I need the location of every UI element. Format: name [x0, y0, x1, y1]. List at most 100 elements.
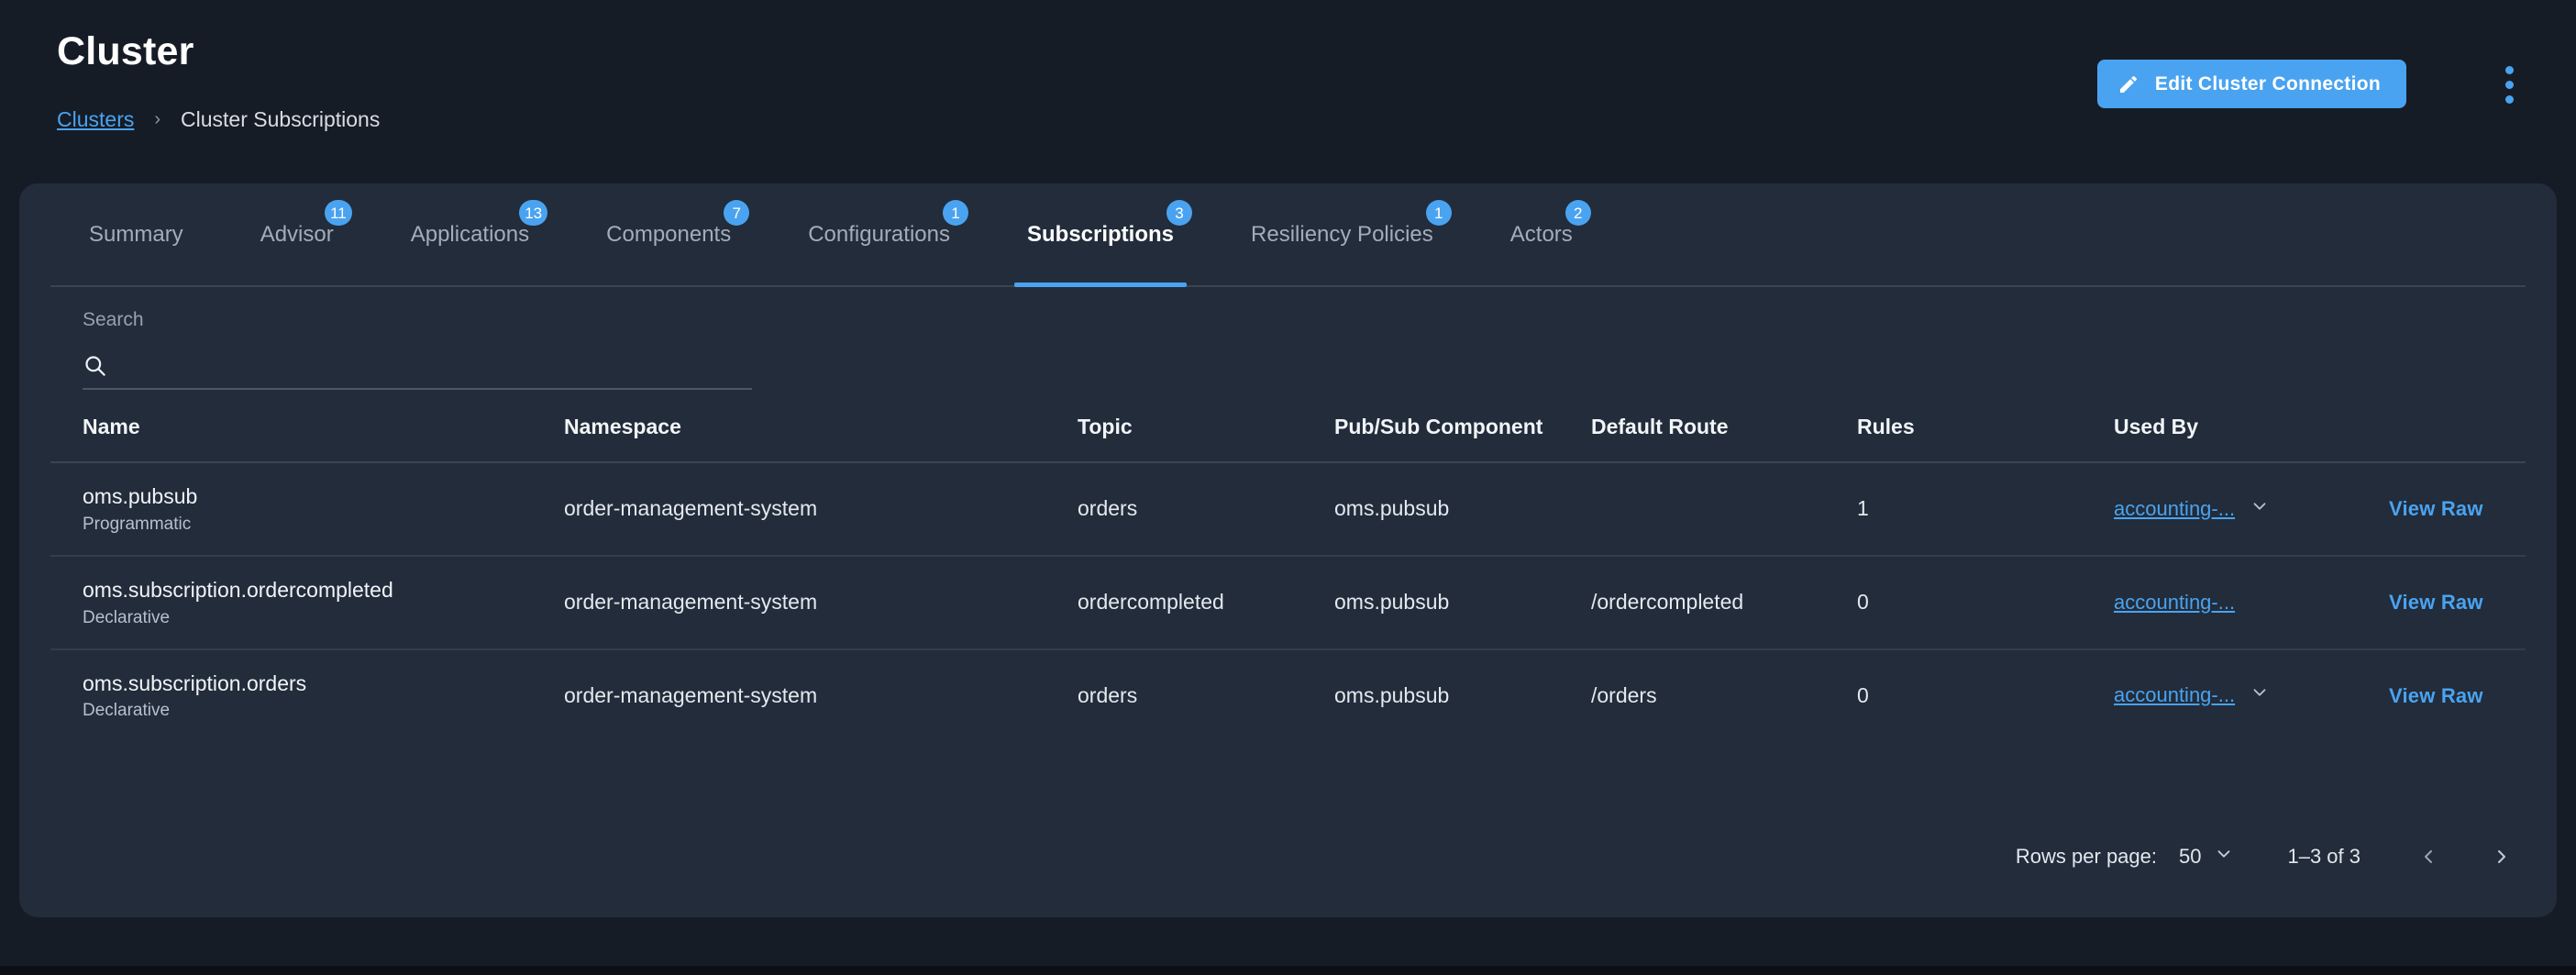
- cell-pubsub-component: oms.pubsub: [1334, 555, 1591, 650]
- cell-used-by: accounting-...: [2114, 462, 2389, 557]
- rows-per-page-label: Rows per page:: [2015, 845, 2157, 868]
- cell-actions: View Raw: [2389, 555, 2526, 650]
- chevron-down-icon[interactable]: [2250, 496, 2270, 522]
- edit-cluster-connection-label: Edit Cluster Connection: [2154, 72, 2381, 94]
- cell-namespace: order-management-system: [564, 682, 818, 707]
- search-area: Search: [50, 287, 2526, 393]
- tab-label: Applications: [410, 221, 530, 247]
- view-raw-button[interactable]: View Raw: [2389, 591, 2483, 614]
- chevron-down-icon[interactable]: [2250, 682, 2270, 708]
- tab-badge: 1: [942, 200, 968, 226]
- tab-actors[interactable]: Actors 2: [1472, 183, 1611, 285]
- edit-cluster-connection-button[interactable]: Edit Cluster Connection: [2096, 60, 2406, 108]
- cell-namespace: order-management-system: [564, 462, 1078, 557]
- cell-topic: orders: [1078, 682, 1138, 707]
- tab-badge: 3: [1166, 200, 1193, 226]
- rows-per-page-value: 50: [2179, 845, 2202, 868]
- cell-topic: orders: [1078, 462, 1334, 557]
- subscription-kind: Programmatic: [83, 514, 192, 534]
- cell-rules: 0: [1857, 682, 1869, 707]
- cell-default-route: /ordercompleted: [1591, 555, 1857, 650]
- tab-applications[interactable]: Applications 13: [372, 183, 568, 285]
- tab-badge: 1: [1425, 200, 1452, 226]
- tab-components[interactable]: Components 7: [568, 183, 769, 285]
- search-input[interactable]: [120, 353, 752, 377]
- tab-label: Actors: [1509, 221, 1573, 247]
- tab-badge: 2: [1564, 200, 1591, 226]
- previous-page-button[interactable]: [2412, 840, 2445, 873]
- tab-badge: 11: [325, 200, 352, 226]
- cell-pubsub-component: oms.pubsub: [1334, 682, 1450, 707]
- subscription-kind: Declarative: [83, 607, 171, 627]
- page-header: Cluster Clusters › Cluster Subscriptions…: [0, 0, 2576, 183]
- column-header-name: Name: [50, 393, 564, 463]
- tab-resiliency-policies[interactable]: Resiliency Policies 1: [1212, 183, 1472, 285]
- cell-name: oms.subscription.ordercompleted Declarati…: [50, 555, 564, 650]
- table-row: oms.subscription.ordercompleted Declarati…: [50, 555, 2526, 650]
- tab-label: Subscriptions: [1026, 221, 1175, 247]
- tab-label: Configurations: [808, 221, 950, 247]
- bottom-strip: [0, 966, 2576, 975]
- chevron-down-icon: [2214, 844, 2234, 870]
- tab-label: Summary: [89, 221, 183, 247]
- more-vertical-icon[interactable]: [2483, 57, 2535, 112]
- cell-actions: View Raw: [2389, 462, 2526, 557]
- page-root: Cluster Clusters › Cluster Subscriptions…: [0, 0, 2576, 975]
- table-row: oms.subscription.orders Declarative order-…: [50, 649, 2526, 742]
- next-page-button[interactable]: [2485, 840, 2518, 873]
- tab-subscriptions[interactable]: Subscriptions 3: [989, 183, 1212, 287]
- breadcrumb-link-clusters[interactable]: Clusters: [57, 107, 134, 132]
- subscription-name: oms.subscription.orders: [83, 670, 307, 695]
- used-by-link[interactable]: accounting-...: [2114, 497, 2235, 521]
- column-header-defaultroute: Default Route: [1591, 393, 1857, 463]
- search-icon: [83, 353, 107, 378]
- content-card: Summary Advisor 11 Applications 13 Components…: [19, 183, 2557, 917]
- column-header-pubsub: Pub/Sub Component: [1334, 393, 1591, 463]
- column-header-topic: Topic: [1078, 393, 1334, 463]
- tab-configurations[interactable]: Configurations 1: [769, 183, 989, 285]
- table-row: oms.pubsub Programmatic order-management-s…: [50, 462, 2526, 557]
- search-label: Search: [83, 309, 144, 330]
- pagination-nav: [2412, 840, 2518, 873]
- cell-used-by: accounting-...: [2114, 555, 2389, 650]
- subscription-kind: Declarative: [83, 701, 171, 721]
- cell-used-by: accounting-...: [2114, 649, 2389, 742]
- cell-name: oms.pubsub Programmatic: [50, 462, 564, 557]
- tab-advisor[interactable]: Advisor 11: [222, 183, 372, 285]
- breadcrumb: Clusters › Cluster Subscriptions: [57, 107, 380, 132]
- pagination-range: 1–3 of 3: [2287, 845, 2360, 868]
- column-header-usedby: Used By: [2114, 393, 2389, 463]
- pagination: Rows per page: 50 1–3 of 3: [2016, 840, 2518, 873]
- subscription-name: oms.pubsub: [83, 484, 198, 508]
- page-title: Cluster: [57, 29, 194, 73]
- cell-rules: 1: [1857, 462, 2114, 557]
- table-body: oms.pubsub Programmatic order-management-s…: [50, 462, 2526, 741]
- tab-badge: 7: [724, 200, 750, 226]
- pencil-icon: [2117, 73, 2139, 95]
- cell-pubsub-component: oms.pubsub: [1334, 462, 1591, 557]
- table-header: Name Namespace Topic Pub/Sub Component D…: [50, 393, 2526, 463]
- view-raw-button[interactable]: View Raw: [2389, 684, 2483, 707]
- column-header-rules: Rules: [1857, 393, 2114, 463]
- cell-name: oms.subscription.orders Declarative: [50, 649, 564, 742]
- cell-actions: View Raw: [2389, 649, 2526, 742]
- breadcrumb-current: Cluster Subscriptions: [181, 107, 381, 131]
- cell-namespace: order-management-system: [564, 555, 1078, 650]
- tab-summary[interactable]: Summary: [50, 183, 222, 285]
- table-header-row: Name Namespace Topic Pub/Sub Component D…: [50, 393, 2526, 463]
- cell-default-route: /orders: [1591, 682, 1657, 707]
- tab-badge: 13: [519, 200, 548, 226]
- rows-per-page-select[interactable]: 50: [2179, 844, 2234, 870]
- used-by-link[interactable]: accounting-...: [2114, 683, 2235, 707]
- column-header-actions: [2389, 393, 2526, 463]
- used-by-link[interactable]: accounting-...: [2114, 591, 2235, 615]
- subscription-name: oms.subscription.ordercompleted: [83, 577, 393, 602]
- tab-label: Components: [606, 221, 732, 247]
- cell-default-route: [1591, 462, 1857, 557]
- cell-topic: ordercompleted: [1078, 555, 1334, 650]
- search-field[interactable]: [83, 342, 752, 390]
- tab-bar: Summary Advisor 11 Applications 13 Components…: [50, 183, 2526, 287]
- tab-label: Advisor: [260, 221, 334, 247]
- tab-label: Resiliency Policies: [1251, 221, 1433, 247]
- view-raw-button[interactable]: View Raw: [2389, 497, 2483, 520]
